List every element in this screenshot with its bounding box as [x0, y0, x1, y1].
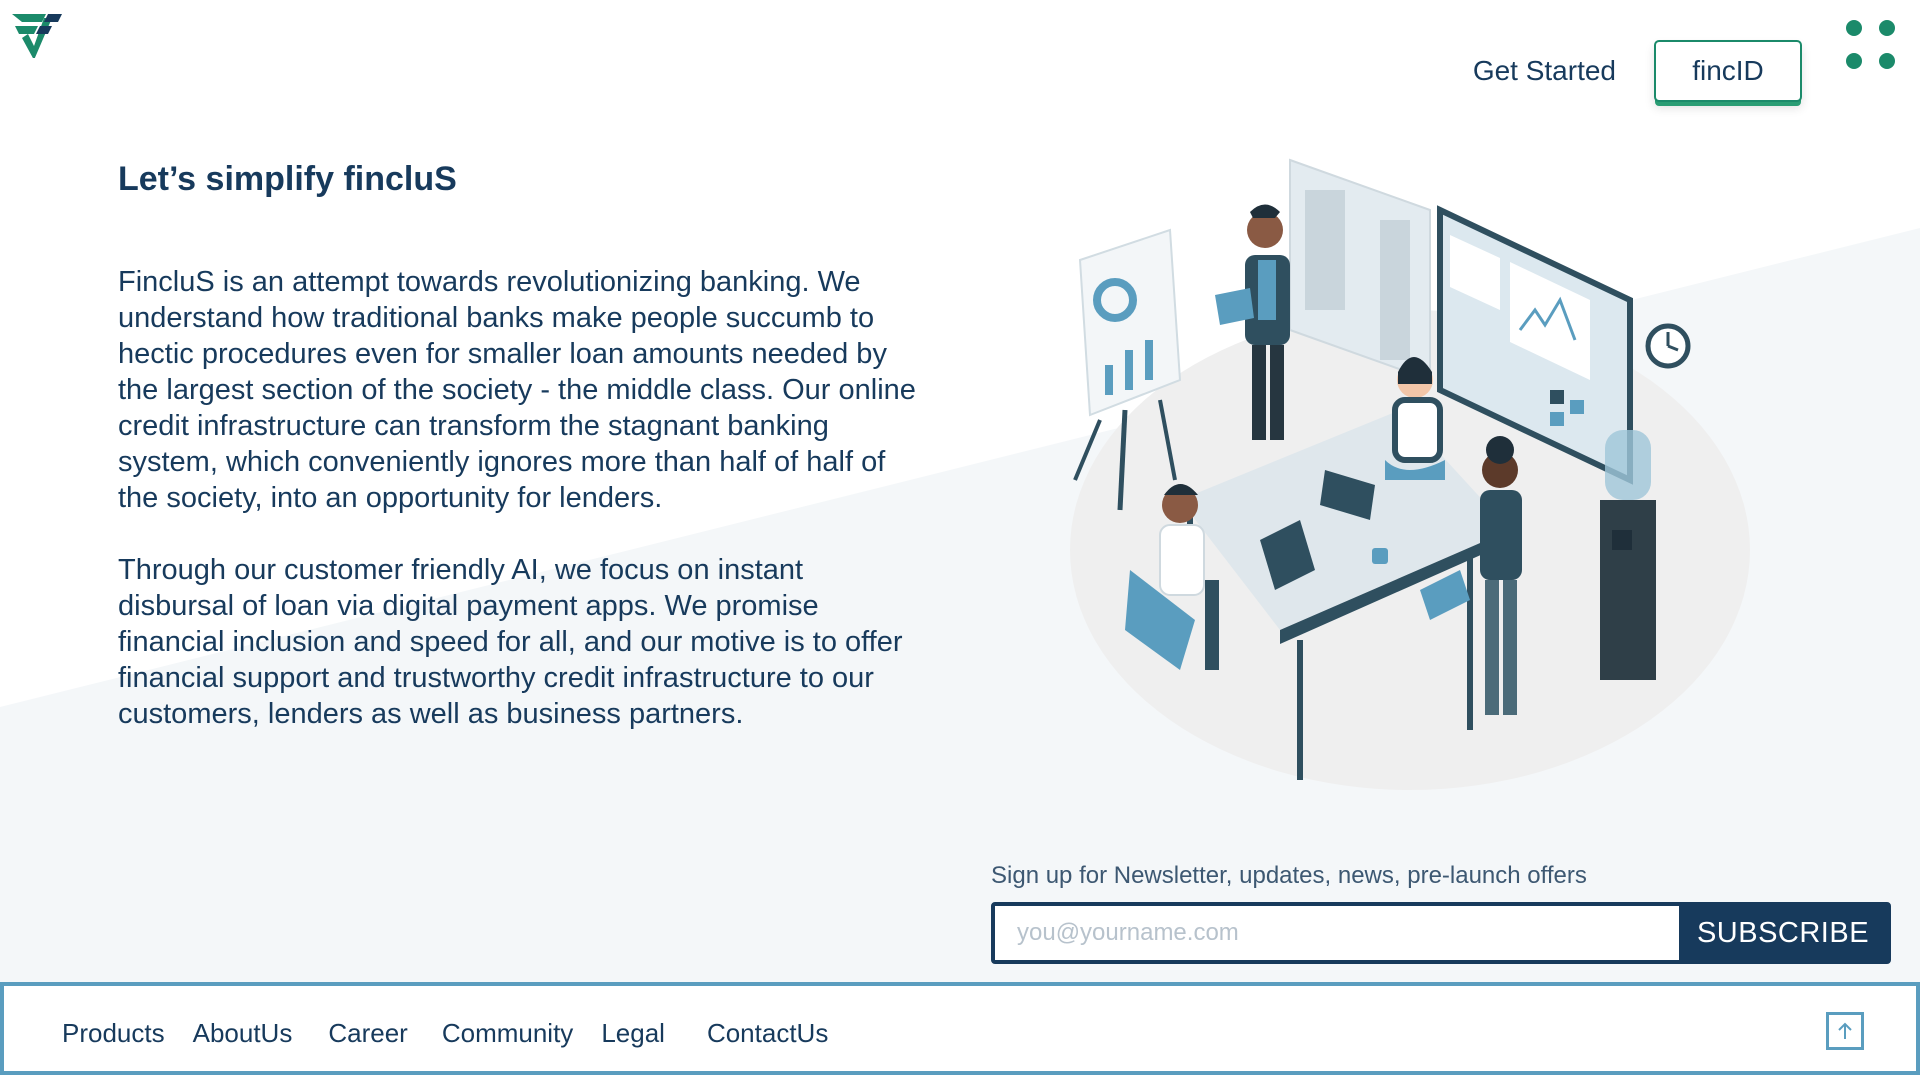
subscribe-button[interactable]: SUBSCRIBE: [1679, 906, 1887, 960]
finclus-logo-icon: [12, 14, 62, 58]
menu-dot: [1846, 20, 1862, 36]
header-nav: Get Started fincID: [1473, 40, 1802, 102]
footer-link-career[interactable]: Career: [328, 1018, 407, 1049]
newsletter-form: SUBSCRIBE: [991, 902, 1891, 964]
get-started-link[interactable]: Get Started: [1473, 55, 1616, 87]
footer: Products AboutUs Career Community Legal …: [0, 982, 1920, 1075]
fincid-button[interactable]: fincID: [1654, 40, 1802, 102]
team-meeting-illustration: [1070, 158, 1750, 790]
intro-paragraph: FincluS is an attempt towards revolution…: [118, 266, 916, 514]
menu-dot: [1846, 53, 1862, 69]
mission-paragraph: Through our customer friendly AI, we foc…: [118, 554, 903, 730]
arrow-up-icon: [1838, 1022, 1852, 1039]
footer-link-products[interactable]: Products: [62, 1018, 165, 1049]
footer-link-community[interactable]: Community: [442, 1018, 573, 1049]
grid-menu-icon[interactable]: [1846, 20, 1898, 72]
footer-link-legal[interactable]: Legal: [601, 1018, 665, 1049]
footer-link-contactus[interactable]: ContactUs: [707, 1018, 828, 1049]
newsletter-label: Sign up for Newsletter, updates, news, p…: [991, 862, 1587, 889]
menu-dot: [1879, 20, 1895, 36]
menu-dot: [1879, 53, 1895, 69]
footer-link-aboutus[interactable]: AboutUs: [193, 1018, 293, 1049]
email-input[interactable]: [995, 906, 1679, 960]
footer-links: Products AboutUs Career Community Legal …: [62, 1018, 828, 1049]
page-headline: Let’s simplify fincluS: [118, 160, 457, 198]
back-to-top-button[interactable]: [1826, 1012, 1864, 1050]
